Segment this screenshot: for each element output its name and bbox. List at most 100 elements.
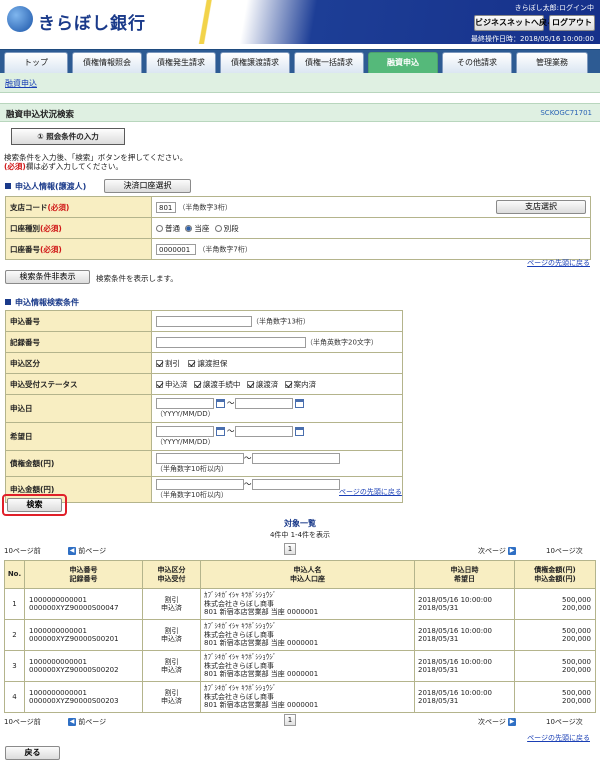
app-no-input[interactable]: [156, 315, 252, 327]
radio-special[interactable]: [214, 225, 222, 232]
checkbox-transferring[interactable]: [193, 381, 201, 388]
table-row[interactable]: 3 1000000000001 000000XYZ90000S00202 割引 申込…: [4, 650, 596, 682]
account-type-row: 口座種別(必須) 普通 当座 別段: [5, 217, 591, 239]
row-acct: 801 新宿本店営業部 当座 0000001: [204, 701, 319, 710]
last-operation-time: 最終操作日時：2018/05/16 10:00:00: [470, 35, 594, 43]
logout-button[interactable]: ログアウト: [549, 15, 595, 31]
app-no-hint: （半角数字13桁）: [252, 317, 310, 325]
row-app-rec-no: 1000000000001 000000XYZ90000S00201: [24, 619, 143, 651]
branch-select-button[interactable]: 支店選択: [496, 200, 586, 214]
row-name: 株式会社きらぼし商事: [204, 630, 274, 639]
required-mark: (必須): [47, 202, 70, 212]
app-amount-from-input[interactable]: [156, 479, 244, 490]
calendar-icon[interactable]: [216, 427, 225, 436]
row-amounts: 500,000 200,000: [514, 588, 596, 620]
wish-date-row: 希望日 ～ （YYYY/MM/DD）: [5, 422, 403, 451]
calendar-icon[interactable]: [294, 427, 304, 436]
col-type-status: 申込区分 申込受付: [142, 560, 201, 589]
instruction-line-2-text: 欄は必ず入力してください。: [25, 162, 123, 171]
checkbox-notified[interactable]: [284, 381, 292, 388]
search-button[interactable]: 検索: [7, 498, 62, 512]
next-page-bottom[interactable]: 次ページ ▶: [478, 717, 517, 727]
app-date-to-input[interactable]: [234, 398, 293, 409]
app-no-label: 申込番号: [5, 310, 152, 332]
range-tilde: ～: [244, 479, 252, 489]
account-type-cell: 普通 当座 別段: [151, 217, 591, 239]
next-page-top[interactable]: 次ページ ▶: [478, 546, 517, 556]
checkbox-applied[interactable]: [156, 381, 163, 388]
page-number-top[interactable]: 1: [284, 543, 296, 555]
rec-no-input[interactable]: [156, 336, 306, 348]
row-claim: 500,000: [562, 657, 591, 666]
branch-code-input[interactable]: 801: [156, 201, 176, 213]
col-amounts: 債権金額(円) 申込金額(円): [514, 560, 596, 589]
app-amount-to-input[interactable]: [251, 479, 340, 490]
calendar-icon[interactable]: [216, 399, 225, 408]
row-type-status: 割引 申込済: [142, 588, 201, 620]
checkbox-collateral[interactable]: [188, 360, 196, 367]
tab-admin[interactable]: 管理業務: [516, 52, 588, 73]
calendar-icon[interactable]: [294, 399, 304, 408]
prev-page-bottom[interactable]: ◀ 前ページ: [68, 717, 106, 727]
page-top-link-2[interactable]: ページの先頭に戻る: [339, 487, 402, 497]
next10-bottom[interactable]: 10ページ次: [546, 717, 583, 727]
wish-date-from-input[interactable]: [156, 426, 214, 437]
range-tilde: ～: [227, 426, 235, 436]
claim-amount-from-input[interactable]: [156, 453, 244, 464]
row-date-wish: 2018/05/16 10:00:00 2018/05/31: [414, 681, 515, 713]
checkbox-transferred[interactable]: [246, 381, 254, 388]
back-button[interactable]: 戻る: [5, 746, 60, 760]
row-kana: ｶﾌﾞｼｷｶﾞｲｼｬ ｷﾗﾎﾞｼｼｮｳｼﾞ: [204, 684, 277, 693]
hide-conditions-button[interactable]: 検索条件非表示: [5, 270, 90, 284]
subnav-financing-link[interactable]: 融資申込: [5, 78, 37, 89]
table-row[interactable]: 2 1000000000001 000000XYZ90000S00201 割引 申込…: [4, 619, 596, 651]
row-no: 1: [4, 588, 25, 620]
bizweb-back-button[interactable]: ビジネスネットへ戻る: [474, 15, 555, 31]
app-type-row: 申込区分 割引 譲渡担保: [5, 352, 403, 374]
row-kana: ｶﾌﾞｼｷｶﾞｲｼｬ ｷﾗﾎﾞｼｼｮｳｼﾞ: [204, 653, 277, 662]
app-date-from-input[interactable]: [156, 398, 214, 409]
checkbox-discount-label: 割引: [165, 358, 180, 368]
col-rec-no: 記録番号: [69, 574, 98, 583]
prev10-top[interactable]: 10ページ前: [4, 546, 41, 556]
page-top-link-3[interactable]: ページの先頭に戻る: [527, 733, 590, 743]
tab-claim-issue[interactable]: 債権発生請求: [146, 52, 216, 73]
checkbox-discount[interactable]: [156, 360, 163, 367]
header-stripe: [196, 0, 228, 44]
prev10-bottom[interactable]: 10ページ前: [4, 717, 41, 727]
tab-claim-transfer[interactable]: 債権譲渡請求: [220, 52, 290, 73]
app-no-cell: （半角数字13桁）: [151, 310, 403, 332]
settle-account-select-button[interactable]: 決済口座選択: [104, 179, 191, 193]
tab-bulk-request[interactable]: 債権一括請求: [294, 52, 364, 73]
claim-amount-to-input[interactable]: [251, 453, 340, 464]
next10-top[interactable]: 10ページ次: [546, 546, 583, 556]
checkbox-applied-label: 申込済: [165, 379, 188, 389]
required-mark: (必須): [40, 244, 62, 254]
row-name-acct: ｶﾌﾞｼｷｶﾞｲｼｬ ｷﾗﾎﾞｼｼｮｳｼﾞ 株式会社きらぼし商事 801 新宿本店営…: [200, 681, 415, 713]
wish-date-to-input[interactable]: [234, 426, 293, 437]
page-number-bottom[interactable]: 1: [284, 714, 296, 726]
row-claim: 500,000: [562, 688, 591, 697]
checkbox-transferred-label: 譲渡済: [255, 379, 279, 389]
instruction-line-1: 検索条件を入力後、「検索」ボタンを押してください。: [4, 153, 188, 162]
row-name-acct: ｶﾌﾞｼｷｶﾞｲｼｬ ｷﾗﾎﾞｼｼｮｳｼﾞ 株式会社きらぼし商事 801 新宿本店営…: [200, 588, 415, 620]
tab-other-requests[interactable]: その他請求: [442, 52, 512, 73]
tab-top[interactable]: トップ: [4, 52, 68, 73]
page-top-link-1[interactable]: ページの先頭に戻る: [527, 258, 590, 268]
tab-claim-inquiry[interactable]: 債権情報照会: [72, 52, 142, 73]
prev-page-top[interactable]: ◀ 前ページ: [68, 546, 106, 556]
table-row[interactable]: 1 1000000000001 000000XYZ90000S00047 割引 申込…: [4, 588, 596, 620]
account-number-input[interactable]: 0000001: [156, 243, 196, 255]
row-type-status: 割引 申込済: [142, 619, 201, 651]
row-app-rec-no: 1000000000001 000000XYZ90000S00047: [24, 588, 143, 620]
table-row[interactable]: 4 1000000000001 000000XYZ90000S00203 割引 申込…: [4, 681, 596, 713]
radio-ordinary[interactable]: [156, 225, 163, 232]
status-cell: 申込済 譲渡手続中 譲渡済 案内済: [151, 373, 403, 395]
page-title: 融資申込状況検索: [6, 110, 75, 120]
tab-financing[interactable]: 融資申込: [368, 52, 438, 73]
instructions: 検索条件を入力後、「検索」ボタンを押してください。 (必須)欄は必ず入力してくだ…: [4, 153, 187, 171]
radio-special-label: 別段: [223, 223, 239, 233]
col-claim: 債権金額(円): [534, 565, 576, 574]
col-wish: 希望日: [454, 574, 475, 583]
radio-current[interactable]: [185, 225, 193, 232]
